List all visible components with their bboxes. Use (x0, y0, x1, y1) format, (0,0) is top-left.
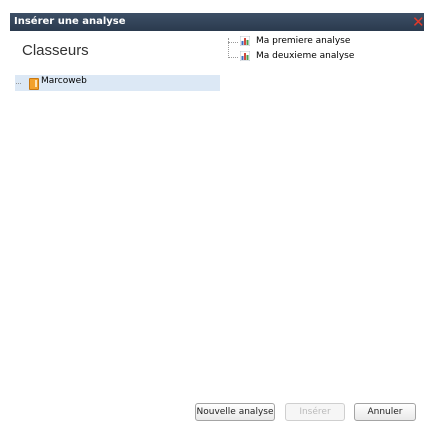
workbook-item-marcoweb[interactable]: Marcoweb (15, 75, 220, 91)
dialog-title: Insérer une analyse (14, 16, 126, 27)
new-analysis-button[interactable]: Nouvelle analyse (195, 403, 275, 421)
analysis-item-first[interactable]: Ma premiere analyse (228, 36, 418, 48)
cancel-button[interactable]: Annuler (354, 403, 416, 421)
workbook-label: Marcoweb (41, 76, 87, 86)
close-icon[interactable]: ✕ (412, 13, 424, 31)
analysis-item-second[interactable]: Ma deuxieme analyse (228, 51, 418, 63)
tree-connector (228, 57, 238, 58)
workbooks-panel: Classeurs Marcoweb (10, 31, 220, 391)
panel-title: Classeurs (22, 42, 89, 59)
chart-icon (240, 36, 250, 46)
tree-connector (228, 42, 238, 43)
analyses-panel: Ma premiere analyse Ma deuxieme analyse (220, 31, 424, 391)
workbook-icon (29, 78, 39, 90)
chart-icon (240, 51, 250, 61)
analysis-label: Ma premiere analyse (256, 36, 351, 46)
insert-button[interactable]: Insérer (285, 403, 345, 421)
dialog-titlebar[interactable]: Insérer une analyse ✕ (10, 13, 424, 31)
analysis-label: Ma deuxieme analyse (256, 51, 355, 61)
tree-connector (16, 83, 21, 84)
